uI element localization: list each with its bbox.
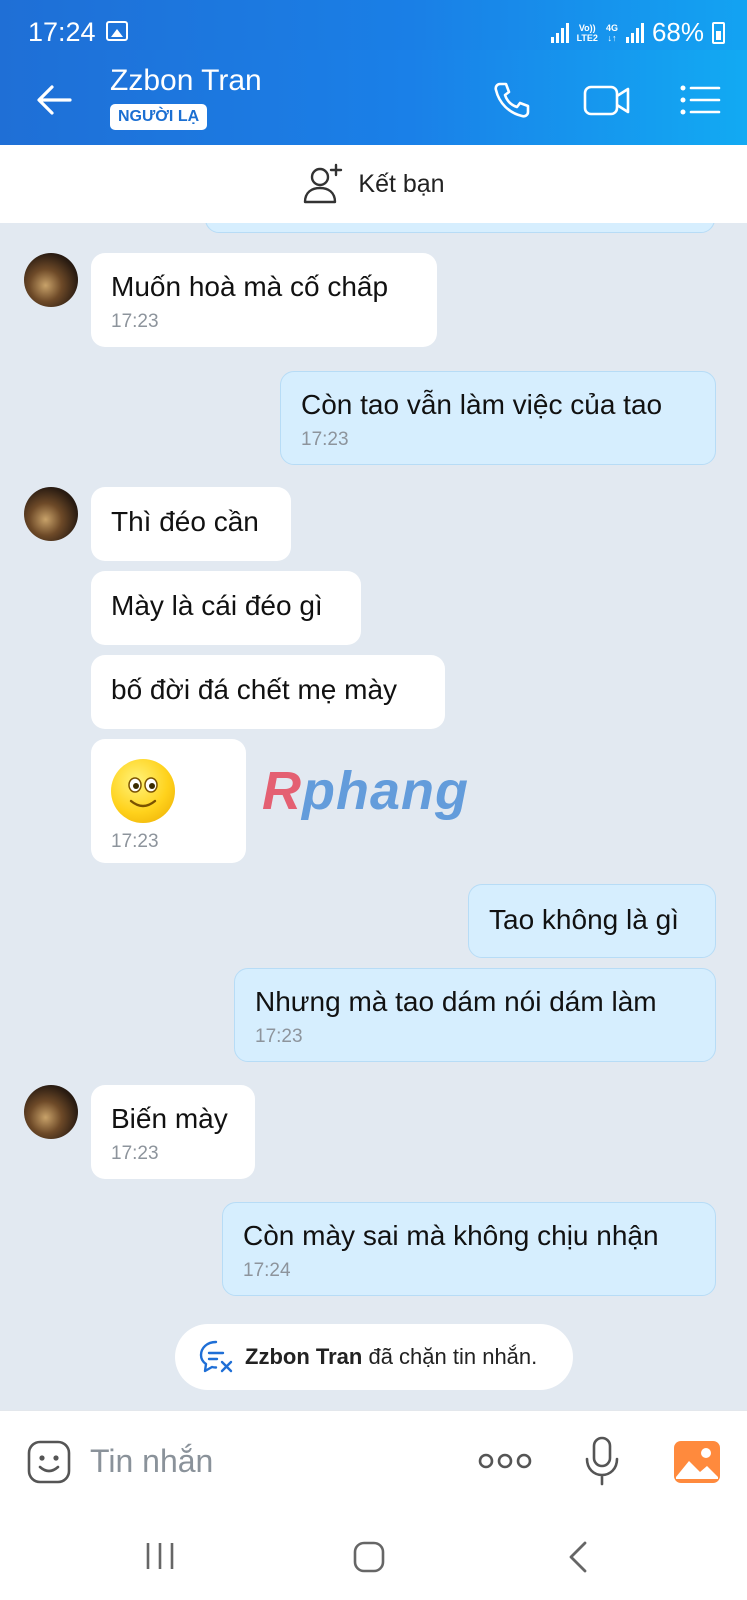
sticker-emoji-icon[interactable] (26, 1439, 72, 1485)
microphone-icon[interactable] (582, 1435, 622, 1487)
volte-icon: Vo)) LTE2 (576, 22, 598, 43)
message-bubble-incoming[interactable]: Thì đéo cần (91, 487, 291, 561)
message-text: Tao không là gì (489, 904, 679, 935)
message-input-bar: Tin nhắn (0, 1410, 747, 1510)
contact-name[interactable]: Zzbon Tran (110, 64, 262, 98)
signal-icon (550, 22, 569, 43)
message-text: Mày là cái đéo gì (111, 590, 323, 621)
message-text: bố đời đá chết mẹ mày (111, 674, 398, 705)
message-bubble-outgoing[interactable]: Tao không là gì (468, 884, 716, 958)
add-friend-icon (304, 163, 343, 204)
message-list[interactable]: Muốn hoà mà cố chấp 17:23 Còn tao vẫn là… (0, 223, 747, 1410)
message-text: Thì đéo cần (111, 506, 259, 537)
phone-call-icon[interactable] (490, 78, 534, 122)
battery-icon (712, 21, 725, 44)
avatar[interactable] (24, 1085, 78, 1139)
home-icon[interactable] (352, 1540, 386, 1574)
message-bubble-incoming[interactable]: Mày là cái đéo gì (91, 571, 361, 645)
add-friend-label: Kết bạn (358, 169, 445, 198)
blocked-notice: Zzbon Tran đã chặn tin nhắn. (175, 1324, 573, 1390)
message-time: 17:23 (111, 831, 159, 852)
sticker-message[interactable]: 17:23 (91, 739, 246, 863)
menu-list-icon[interactable] (678, 78, 722, 122)
message-input[interactable]: Tin nhắn (90, 1443, 213, 1480)
blocked-chat-icon (199, 1340, 233, 1373)
message-text: Còn tao vẫn làm việc của tao (301, 389, 663, 420)
message-text: Còn mày sai mà không chịu nhận (243, 1220, 659, 1251)
smiley-emoji-icon (111, 759, 175, 823)
back-arrow-icon[interactable] (34, 80, 74, 120)
message-bubble-outgoing[interactable]: Còn tao vẫn làm việc của tao 17:23 (280, 371, 716, 465)
message-text: Biến mày (111, 1103, 228, 1134)
message-bubble-incoming[interactable]: Muốn hoà mà cố chấp 17:23 (91, 253, 437, 347)
battery-percent: 68% (651, 17, 704, 47)
stranger-badge: NGƯỜI LẠ (110, 104, 208, 130)
image-gallery-icon[interactable] (672, 1439, 722, 1485)
message-time: 17:23 (111, 311, 159, 332)
recent-apps-icon[interactable] (142, 1540, 178, 1572)
video-call-icon[interactable] (582, 78, 632, 122)
system-nav-bar (0, 1510, 747, 1600)
system-back-icon[interactable] (566, 1540, 590, 1574)
avatar[interactable] (24, 253, 78, 307)
status-time: 17:24 (28, 17, 96, 47)
status-indicators: Vo)) LTE2 4G ↓↑ 68% (550, 17, 725, 48)
avatar[interactable] (24, 487, 78, 541)
message-bubble-outgoing[interactable]: Nhưng mà tao dám nói dám làm 17:23 (234, 968, 716, 1062)
gallery-notification-icon (106, 21, 128, 41)
message-time: 17:23 (301, 429, 349, 450)
network-type-icon: 4G ↓↑ (605, 22, 618, 43)
message-bubble-incoming[interactable]: bố đời đá chết mẹ mày (91, 655, 445, 729)
message-time: 17:23 (111, 1143, 159, 1164)
message-time: 17:24 (243, 1260, 291, 1281)
signal-icon-2 (625, 22, 644, 43)
watermark-logo: Rphang (262, 761, 469, 821)
blocked-notice-text: Zzbon Tran đã chặn tin nhắn. (245, 1344, 538, 1369)
partial-message-bubble (205, 223, 715, 233)
message-bubble-incoming[interactable]: Biến mày 17:23 (91, 1085, 255, 1179)
message-text: Muốn hoà mà cố chấp (111, 271, 389, 302)
message-time: 17:23 (255, 1026, 303, 1047)
message-text: Nhưng mà tao dám nói dám làm (255, 986, 657, 1017)
message-bubble-outgoing[interactable]: Còn mày sai mà không chịu nhận 17:24 (222, 1202, 716, 1296)
chat-header: Zzbon Tran NGƯỜI LẠ (0, 50, 747, 145)
add-friend-bar[interactable]: Kết bạn (0, 145, 747, 223)
more-options-icon[interactable] (478, 1451, 532, 1471)
